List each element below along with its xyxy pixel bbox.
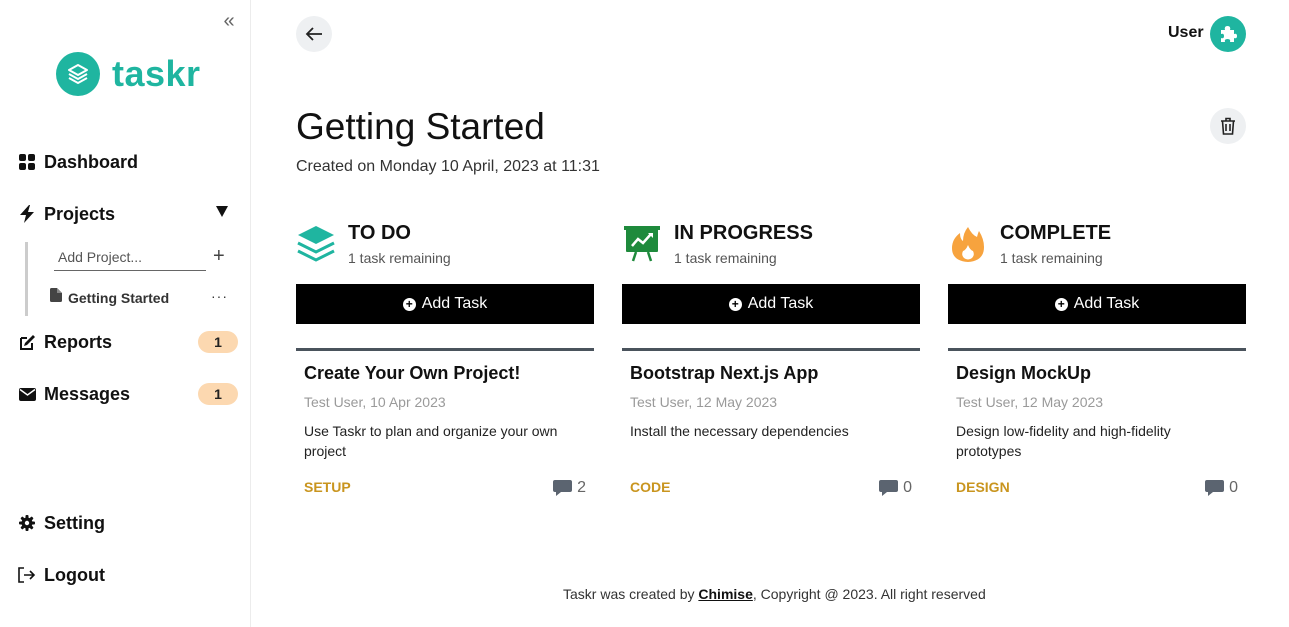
column-todo: TO DO 1 task remaining + Add Task Create… [296, 222, 594, 496]
nav-reports-label: Reports [44, 331, 113, 352]
add-project-input[interactable] [54, 243, 206, 271]
plus-circle-icon: + [728, 297, 742, 311]
task-tag: DESIGN [956, 479, 1010, 495]
comment-icon [879, 480, 899, 496]
nav-setting-label: Setting [44, 512, 105, 533]
column-header: COMPLETE 1 task remaining [948, 222, 1246, 272]
projects-tree-line [25, 242, 28, 316]
fire-icon [948, 224, 988, 264]
column-title: TO DO [348, 222, 411, 244]
nav-messages-label: Messages [44, 383, 131, 404]
nav-logout[interactable]: Logout [18, 561, 240, 589]
task-tag: CODE [630, 479, 671, 495]
nav-projects[interactable]: Projects [18, 200, 240, 228]
footer-prefix: Taskr was created by [563, 586, 699, 602]
add-task-button[interactable]: + Add Task [622, 284, 920, 324]
task-title: Design MockUp [956, 363, 1092, 383]
comment-count: 0 [1229, 479, 1238, 496]
add-task-button[interactable]: + Add Task [948, 284, 1246, 324]
task-meta: Test User, 10 Apr 2023 [304, 394, 446, 410]
comment-count: 2 [577, 479, 586, 496]
column-title: COMPLETE [1000, 222, 1112, 244]
sidebar-project-getting-started[interactable]: Getting Started [50, 288, 169, 307]
task-comments[interactable]: 0 [879, 479, 912, 497]
collapse-sidebar-icon[interactable]: « [218, 10, 240, 32]
logo[interactable]: taskr [56, 52, 201, 96]
column-remaining: 1 task remaining [674, 250, 777, 266]
task-tag: SETUP [304, 479, 351, 495]
sidebar: « taskr Dashboard Projects Add Project..… [0, 0, 251, 627]
task-comments[interactable]: 0 [1205, 479, 1238, 497]
nav-setting[interactable]: Setting [18, 509, 240, 537]
task-title: Create Your Own Project! [304, 363, 521, 383]
nav-dashboard-label: Dashboard [44, 151, 139, 172]
page-title: Getting Started [296, 106, 545, 147]
puzzle-icon [1221, 26, 1237, 42]
footer-suffix: , Copyright @ 2023. All right reserved [752, 586, 986, 602]
created-date: Created on Monday 10 April, 2023 at 11:3… [296, 158, 600, 175]
envelope-icon [18, 385, 36, 403]
column-in-progress: IN PROGRESS 1 task remaining + Add Task … [622, 222, 920, 496]
user-name: User [1168, 24, 1204, 41]
layers-icon [296, 224, 336, 264]
arrow-left-icon [305, 27, 322, 41]
nav-dashboard[interactable]: Dashboard [18, 148, 240, 176]
project-more-icon[interactable]: ··· [211, 288, 228, 304]
nav-reports[interactable]: Reports 1 [18, 328, 240, 356]
add-task-label: Add Task [1073, 295, 1140, 312]
column-title: IN PROGRESS [674, 222, 813, 244]
nav-messages[interactable]: Messages 1 [18, 380, 240, 408]
comment-icon [553, 480, 573, 496]
column-header: TO DO 1 task remaining [296, 222, 594, 272]
gear-icon [18, 514, 36, 532]
back-button[interactable] [296, 16, 332, 52]
task-description: Use Taskr to plan and organize your own … [304, 423, 558, 459]
reports-count-badge: 1 [198, 331, 238, 353]
task-description: Install the necessary dependencies [630, 423, 849, 439]
user-avatar[interactable] [1210, 16, 1246, 52]
grid-icon [18, 153, 36, 171]
column-complete: COMPLETE 1 task remaining + Add Task Des… [948, 222, 1246, 496]
presentation-chart-icon [622, 224, 662, 264]
footer: Taskr was created by Chimise, Copyright … [563, 586, 986, 602]
task-meta: Test User, 12 May 2023 [956, 394, 1104, 410]
task-meta: Test User, 12 May 2023 [630, 394, 778, 410]
edit-icon [18, 333, 36, 351]
task-title: Bootstrap Next.js App [630, 363, 819, 383]
task-card[interactable]: Bootstrap Next.js App Test User, 12 May … [622, 348, 920, 506]
add-task-label: Add Task [747, 295, 814, 312]
comment-count: 0 [903, 479, 912, 496]
delete-project-button[interactable] [1210, 108, 1246, 144]
add-task-button[interactable]: + Add Task [296, 284, 594, 324]
column-header: IN PROGRESS 1 task remaining [622, 222, 920, 272]
task-card[interactable]: Design MockUp Test User, 12 May 2023 Des… [948, 348, 1246, 506]
task-card[interactable]: Create Your Own Project! Test User, 10 A… [296, 348, 594, 506]
logo-text: taskr [112, 53, 201, 94]
footer-author-link[interactable]: Chimise [698, 586, 752, 602]
column-remaining: 1 task remaining [1000, 250, 1103, 266]
document-icon [50, 288, 62, 307]
comment-icon [1205, 480, 1225, 496]
app-root: « taskr Dashboard Projects Add Project..… [0, 0, 1289, 627]
logout-icon [18, 566, 36, 584]
plus-circle-icon: + [1054, 297, 1068, 311]
column-remaining: 1 task remaining [348, 250, 451, 266]
task-description: Design low-fidelity and high-fidelity pr… [956, 423, 1171, 459]
messages-count-badge: 1 [198, 383, 238, 405]
caret-down-icon[interactable] [216, 206, 228, 217]
bolt-icon [18, 205, 36, 223]
nav-logout-label: Logout [44, 564, 105, 585]
trash-icon [1221, 117, 1235, 135]
sidebar-project-label: Getting Started [68, 289, 170, 306]
task-comments[interactable]: 2 [553, 479, 586, 497]
nav-projects-label: Projects [44, 203, 116, 224]
plus-circle-icon: + [402, 297, 416, 311]
layers-logo-icon [56, 52, 100, 96]
add-project-plus-icon[interactable]: + [213, 246, 225, 266]
add-task-label: Add Task [421, 295, 488, 312]
